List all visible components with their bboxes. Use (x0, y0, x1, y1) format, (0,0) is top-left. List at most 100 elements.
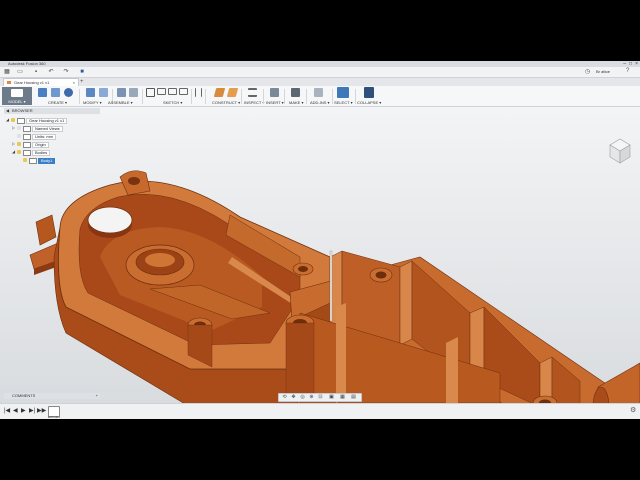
undo-icon[interactable]: ↶ (48, 69, 54, 75)
new-component-icon[interactable] (117, 88, 126, 97)
browser-title: BROWSER (12, 108, 33, 113)
toolbar-separator (306, 89, 307, 104)
add-comment-button[interactable]: + (96, 393, 98, 399)
comments-title: COMMENTS (12, 393, 36, 398)
go-to-start-button[interactable]: |◀ (4, 408, 10, 414)
fast-forward-button[interactable]: ▶▶ (37, 408, 46, 414)
help-icon[interactable]: ? (626, 68, 629, 74)
orbit-icon[interactable]: ⟲ (282, 395, 287, 400)
clock-icon[interactable]: ◷ (585, 68, 590, 75)
go-to-end-button[interactable]: ▶| (29, 408, 35, 414)
viewports-icon[interactable]: ▤ (351, 395, 356, 400)
box-icon[interactable] (38, 88, 47, 97)
inspect-menu[interactable]: INSPECT ▾ (244, 100, 264, 105)
select-menu[interactable]: SELECT ▾ (334, 100, 353, 105)
offset-plane-icon[interactable] (213, 88, 226, 97)
modify-menu[interactable]: MODIFY ▾ (83, 100, 102, 105)
expand-triangle-icon[interactable]: ◢ (6, 117, 9, 123)
redo-icon[interactable]: ↷ (63, 69, 69, 75)
display-settings-icon[interactable]: ▣ (329, 395, 334, 400)
step-back-button[interactable]: ◀ (13, 408, 18, 414)
rectangle-icon[interactable] (157, 88, 166, 95)
browser-node-label: Units: mm (32, 133, 56, 140)
3d-viewport[interactable] (0, 107, 640, 403)
fillet-icon[interactable] (99, 88, 108, 97)
assemble-menu[interactable]: ASSEMBLE ▾ (108, 100, 133, 105)
stop-icon[interactable]: ■ (79, 69, 85, 75)
visibility-icon[interactable] (17, 134, 21, 138)
new-tab-button[interactable]: + (80, 78, 84, 86)
workspace-switcher[interactable]: MODEL ▾ (2, 87, 32, 105)
account-name[interactable]: Br attoe (596, 69, 610, 74)
expand-triangle-icon[interactable]: ◢ (12, 149, 15, 155)
letterbox-top (0, 0, 640, 61)
expand-triangle-icon[interactable]: ▷ (12, 125, 15, 131)
insert-menu[interactable]: INSERT ▾ (266, 100, 284, 105)
letterbox-bottom (0, 419, 640, 480)
close-icon[interactable]: × (73, 79, 75, 86)
scripts-icon[interactable] (314, 88, 323, 97)
save-icon[interactable]: ▪ (33, 69, 39, 75)
file-icon[interactable]: ▭ (17, 69, 23, 75)
collapse-arrow-icon[interactable]: ◀ (6, 108, 9, 114)
insert-image-icon[interactable] (270, 88, 279, 97)
workspace-label: MODEL ▾ (8, 99, 26, 104)
construct-menu[interactable]: CONSTRUCT ▾ (212, 100, 240, 105)
collapse-menu[interactable]: COLLAPSE ▾ (357, 100, 381, 105)
midplane-icon[interactable] (226, 88, 239, 97)
comments-panel-header[interactable]: COMMENTS + (4, 393, 100, 399)
select-icon[interactable] (337, 87, 349, 98)
body-icon (29, 158, 37, 164)
toolbar-separator (79, 89, 80, 104)
folder-icon (23, 150, 31, 156)
visibility-icon[interactable] (17, 150, 21, 154)
fusion-window: Autodesk Fusion 360 – □ × ▦ ▭ ▪ ↶ ↷ ■ ◷ … (0, 61, 640, 419)
measure-icon[interactable] (248, 88, 257, 97)
look-at-icon[interactable]: ◎ (300, 395, 305, 400)
browser-node-label: Origin (32, 141, 49, 148)
browser-node-label: Body1 (38, 157, 56, 164)
component-icon (17, 118, 25, 124)
sketch-menu[interactable]: SKETCH ▾ (163, 100, 182, 105)
visibility-icon[interactable] (17, 142, 21, 146)
toolbar-separator (332, 89, 333, 104)
visibility-icon[interactable] (23, 158, 27, 162)
joint-icon[interactable] (129, 88, 138, 97)
browser-node-label: Gear Housing v1 v1 (26, 117, 68, 124)
create-menu[interactable]: CREATE ▾ (48, 100, 67, 105)
expand-triangle-icon[interactable]: ▷ (12, 141, 15, 147)
pan-icon[interactable]: ✥ (291, 395, 296, 400)
play-button[interactable]: ▶ (21, 408, 26, 414)
grid-icon[interactable]: ▦ (4, 69, 10, 75)
document-icon (7, 81, 11, 84)
stop-sketch-icon[interactable] (195, 88, 202, 97)
3d-print-icon[interactable] (291, 88, 300, 97)
document-tab-bar: Gear Housing v1 v1 × + (0, 78, 640, 87)
add-ins-menu[interactable]: ADD-INS ▾ (310, 100, 330, 105)
fit-icon[interactable]: ⊡ (318, 395, 323, 400)
circle-icon[interactable] (179, 88, 188, 95)
zoom-icon[interactable]: ⊕ (309, 395, 314, 400)
folder-icon (23, 142, 31, 148)
toolbar-separator (191, 89, 192, 104)
browser-panel-header[interactable]: ◀ BROWSER (4, 108, 100, 114)
toolbar-separator (284, 89, 285, 104)
extrude-icon[interactable] (51, 88, 60, 97)
press-pull-icon[interactable] (86, 88, 95, 97)
line-icon[interactable] (168, 88, 177, 95)
toolbar-separator (142, 89, 143, 104)
collapse-icon[interactable] (364, 87, 374, 98)
browser-node-label: Named Views (32, 125, 63, 132)
visibility-icon[interactable] (11, 118, 15, 122)
sketch-icon[interactable] (146, 88, 155, 97)
toolbar-separator (263, 89, 264, 104)
timeline: |◀ ◀ ▶ ▶| ▶▶ Extrude1 ⚙ (0, 403, 640, 419)
visibility-icon[interactable] (17, 126, 21, 130)
model-workspace-icon (11, 89, 23, 97)
gear-icon[interactable]: ⚙ (630, 407, 636, 414)
document-icon (23, 134, 31, 140)
toolbar-separator (355, 89, 356, 104)
make-menu[interactable]: MAKE ▾ (289, 100, 303, 105)
grid-settings-icon[interactable]: ▦ (340, 395, 345, 400)
revolve-icon[interactable] (64, 88, 73, 97)
